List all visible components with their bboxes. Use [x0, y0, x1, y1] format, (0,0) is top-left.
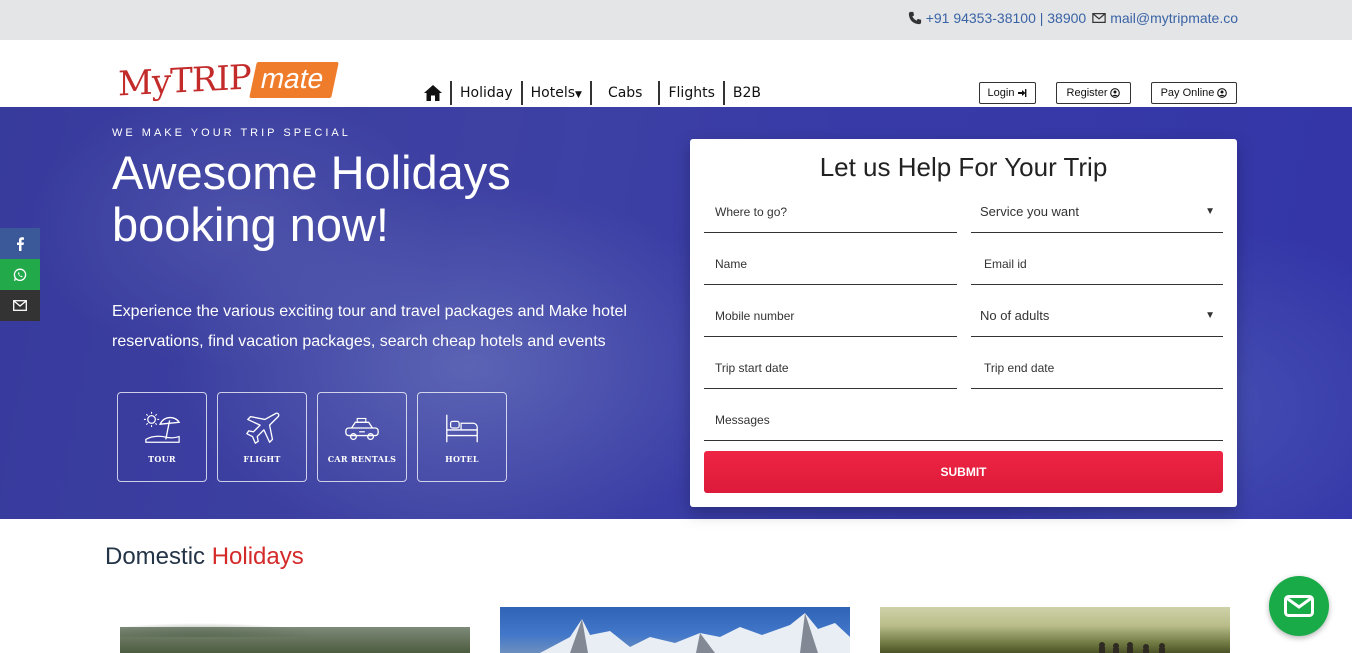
mobile-placeholder: Mobile number	[715, 308, 795, 323]
envelope-icon	[1284, 595, 1314, 617]
top-contact-bar: +91 94353-38100 | 38900 mail@mytripmate.…	[0, 0, 1352, 40]
section-title-domestic: Domestic	[105, 543, 206, 570]
package-card-image[interactable]	[500, 607, 850, 653]
email-placeholder: Email id	[984, 256, 1027, 271]
trip-end-date-input[interactable]: Trip end date	[971, 347, 1223, 389]
email-share-button[interactable]	[0, 290, 40, 321]
phone-icon	[908, 11, 921, 25]
logo-text-secondary: mate	[248, 62, 339, 98]
service-tour-label: TOUR	[148, 454, 176, 464]
service-select[interactable]: Service you want ▼	[971, 191, 1223, 233]
name-input[interactable]: Name	[704, 243, 957, 285]
register-label: Register	[1066, 87, 1108, 99]
messages-placeholder: Messages	[715, 412, 770, 427]
section-title: Domestic Holidays	[105, 543, 304, 571]
facebook-share-button[interactable]	[0, 228, 40, 259]
name-placeholder: Name	[715, 256, 748, 271]
caret-down-icon: ▼	[575, 90, 582, 100]
where-to-go-input[interactable]: Where to go?	[704, 191, 957, 233]
taxi-car-icon	[345, 417, 379, 441]
sign-in-icon	[1018, 89, 1027, 97]
nav-item-hotels[interactable]: Hotels▼	[520, 81, 590, 105]
adults-select-value: No of adults	[980, 308, 1050, 323]
trip-start-placeholder: Trip start date	[715, 360, 789, 375]
site-logo[interactable]: MyTRIP mate	[118, 54, 339, 104]
envelope-icon	[13, 300, 27, 311]
service-flight[interactable]: FLIGHT	[217, 392, 307, 482]
nav-item-holiday[interactable]: Holiday	[450, 81, 521, 105]
submit-button[interactable]: SUBMIT	[704, 451, 1223, 493]
form-title: Let us Help For Your Trip	[819, 152, 1108, 182]
package-card-image[interactable]	[880, 607, 1230, 653]
facebook-icon	[17, 236, 24, 251]
mobile-input[interactable]: Mobile number	[704, 295, 957, 337]
service-hotel[interactable]: HOTEL	[417, 392, 507, 482]
bed-icon	[446, 414, 478, 443]
register-button[interactable]: Register	[1056, 82, 1131, 104]
user-circle-icon	[1217, 88, 1228, 98]
mountain-image	[540, 613, 850, 653]
pay-online-button[interactable]: Pay Online	[1151, 82, 1237, 104]
nav-item-cabs[interactable]: Cabs	[589, 81, 659, 105]
email-link[interactable]: mail@mytripmate.co	[1110, 10, 1238, 26]
home-icon[interactable]	[420, 82, 446, 104]
hero-description: Experience the various exciting tour and…	[112, 303, 627, 350]
where-to-go-placeholder: Where to go?	[715, 204, 788, 219]
user-circle-icon	[1110, 88, 1121, 98]
envelope-icon	[1092, 13, 1106, 23]
whatsapp-share-button[interactable]	[0, 259, 40, 290]
logo-text-primary: MyTRIP	[118, 57, 251, 105]
login-label: Login	[987, 87, 1015, 99]
airplane-icon	[246, 412, 280, 444]
hero-title: Awesome Holidays booking now!	[112, 146, 511, 251]
adults-select[interactable]: No of adults ▼	[971, 295, 1223, 337]
service-hotel-label: HOTEL	[445, 454, 479, 464]
service-tour[interactable]: TOUR	[117, 392, 207, 482]
beach-umbrella-icon	[143, 411, 181, 443]
whatsapp-icon	[13, 268, 27, 281]
service-select-value: Service you want	[980, 204, 1079, 219]
hero-kicker: WE MAKE YOUR TRIP SPECIAL	[112, 127, 351, 139]
service-car-rentals[interactable]: CAR RENTALS	[317, 392, 407, 482]
people-group-image	[1099, 642, 1165, 653]
nav-item-flights[interactable]: Flights	[658, 81, 722, 105]
email-input[interactable]: Email id	[971, 243, 1223, 285]
login-button[interactable]: Login	[979, 82, 1036, 104]
trip-enquiry-form: Let us Help For Your Trip Where to go? S…	[690, 139, 1237, 507]
trip-end-placeholder: Trip end date	[984, 360, 1055, 375]
pay-online-label: Pay Online	[1160, 87, 1215, 99]
trip-start-date-input[interactable]: Trip start date	[704, 347, 957, 389]
nav-item-b2b[interactable]: B2B	[722, 81, 769, 105]
nav-item-hotels-label: Hotels	[530, 85, 576, 101]
site-header: MyTRIP mate Holiday Hotels▼ Cabs Flights…	[0, 40, 1352, 107]
dropdown-arrow-icon: ▼	[1205, 310, 1215, 321]
main-nav: Holiday Hotels▼ Cabs Flights B2B	[420, 81, 769, 105]
service-car-rentals-label: CAR RENTALS	[327, 454, 397, 464]
dropdown-arrow-icon: ▼	[1205, 206, 1215, 217]
chat-button[interactable]	[1269, 576, 1329, 636]
phone-link[interactable]: +91 94353-38100 | 38900	[926, 10, 1087, 26]
package-card-image[interactable]	[120, 607, 470, 653]
contact-info: +91 94353-38100 | 38900 mail@mytripmate.…	[908, 10, 1238, 26]
messages-input[interactable]: Messages	[704, 399, 1223, 441]
service-flight-label: FLIGHT	[243, 454, 281, 464]
section-title-holidays: Holidays	[211, 543, 304, 570]
